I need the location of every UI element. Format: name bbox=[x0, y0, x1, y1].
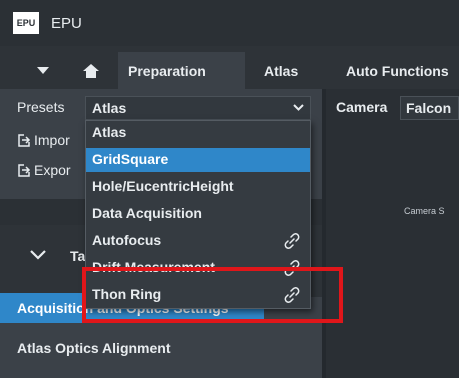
caret-down-icon[interactable] bbox=[28, 52, 58, 89]
home-icon[interactable] bbox=[76, 52, 106, 89]
nav-item-atlas-optics-alignment[interactable]: Atlas Optics Alignment bbox=[17, 340, 171, 356]
dropdown-option-data-acquisition[interactable]: Data Acquisition bbox=[86, 202, 310, 226]
export-button[interactable]: Expor bbox=[17, 160, 71, 180]
tab-bar: Preparation Atlas Auto Functions bbox=[0, 52, 459, 89]
dropdown-option-hole-eucentricheight[interactable]: Hole/EucentricHeight bbox=[86, 175, 310, 199]
presets-label: Presets bbox=[17, 99, 65, 115]
export-label: Expor bbox=[34, 162, 71, 178]
epu-logo: EPU bbox=[13, 12, 39, 34]
import-button[interactable]: Impor bbox=[17, 130, 70, 150]
annotation-highlight-box bbox=[82, 267, 343, 323]
export-icon bbox=[18, 163, 31, 177]
camera-selected-value: Falcon bbox=[406, 100, 452, 116]
title-bar: EPU EPU bbox=[0, 0, 459, 46]
option-label: Data Acquisition bbox=[92, 205, 202, 221]
camera-label: Camera bbox=[336, 99, 388, 115]
presets-selected-value: Atlas bbox=[92, 100, 127, 116]
panel-divider bbox=[322, 89, 326, 378]
dropdown-option-gridsquare[interactable]: GridSquare bbox=[86, 148, 310, 172]
tab-label: Atlas bbox=[264, 62, 299, 79]
chevron-down-icon bbox=[293, 100, 304, 114]
camera-select[interactable]: Falcon bbox=[400, 96, 459, 120]
dropdown-option-autofocus[interactable]: Autofocus bbox=[86, 229, 310, 253]
dropdown-option-atlas[interactable]: Atlas bbox=[86, 121, 310, 145]
tab-label: Auto Functions bbox=[346, 62, 449, 79]
option-label: Hole/EucentricHeight bbox=[92, 178, 234, 194]
task-section-title: Ta bbox=[70, 248, 86, 264]
import-icon bbox=[18, 133, 31, 147]
tab-auto-functions[interactable]: Auto Functions bbox=[336, 52, 459, 89]
import-label: Impor bbox=[34, 132, 70, 148]
chevron-down-icon[interactable] bbox=[30, 247, 46, 265]
app-title: EPU bbox=[51, 14, 82, 32]
tab-label: Preparation bbox=[128, 62, 206, 79]
link-icon bbox=[284, 233, 300, 254]
option-label: Atlas bbox=[92, 124, 127, 140]
option-label: Autofocus bbox=[92, 232, 162, 248]
right-panel bbox=[322, 89, 459, 378]
camera-section-header: Camera S bbox=[404, 206, 445, 216]
tab-preparation[interactable]: Preparation bbox=[118, 52, 245, 89]
tab-atlas[interactable]: Atlas bbox=[254, 52, 324, 89]
option-label: GridSquare bbox=[92, 151, 169, 167]
presets-select[interactable]: Atlas bbox=[85, 96, 311, 120]
